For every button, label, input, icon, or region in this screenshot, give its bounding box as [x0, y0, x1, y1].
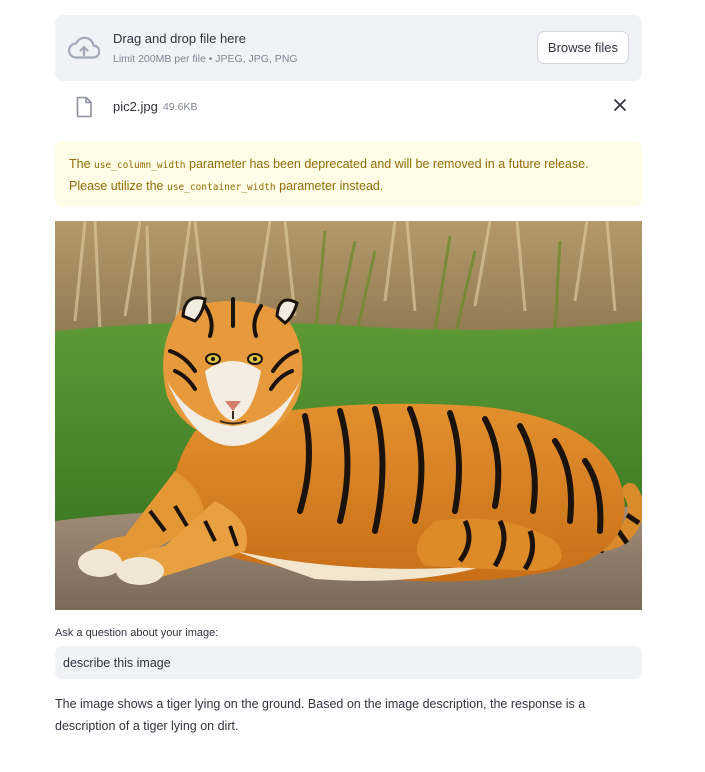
- deprecation-warning: The use_column_width parameter has been …: [55, 141, 642, 207]
- cloud-upload-icon: [68, 36, 100, 59]
- close-icon[interactable]: [612, 97, 628, 113]
- tiger-photo: [55, 221, 642, 610]
- warning-code-container-width: use_container_width: [166, 182, 276, 193]
- uploaded-file-row: pic2.jpg 49.6KB: [55, 93, 642, 121]
- dropzone-title: Drag and drop file here: [113, 31, 246, 46]
- file-icon: [76, 96, 92, 118]
- warning-text-1: The: [69, 157, 95, 171]
- uploaded-image: [55, 221, 642, 610]
- warning-code-column-width: use_column_width: [94, 160, 186, 171]
- dropzone-limit-text: Limit 200MB per file • JPEG, JPG, PNG: [113, 53, 298, 65]
- file-size: 49.6KB: [163, 101, 198, 113]
- browse-files-button[interactable]: Browse files: [536, 31, 629, 64]
- question-input[interactable]: [55, 646, 642, 679]
- warning-text-3: parameter instead.: [275, 179, 384, 193]
- file-name: pic2.jpg: [113, 99, 158, 114]
- answer-text: The image shows a tiger lying on the gro…: [55, 697, 586, 733]
- question-label: Ask a question about your image:: [55, 627, 219, 639]
- file-dropzone[interactable]: Drag and drop file here Limit 200MB per …: [55, 15, 642, 81]
